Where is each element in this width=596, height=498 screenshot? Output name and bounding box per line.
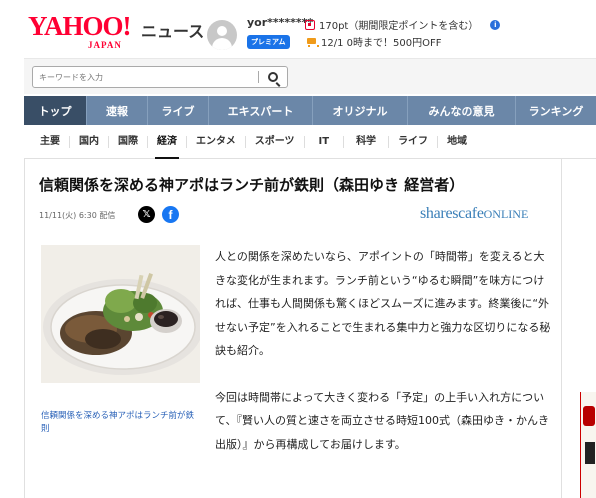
x-share-icon[interactable]: 𝕏 bbox=[138, 206, 155, 223]
cart-promo-row[interactable]: 12/1 0時まで！500円OFF bbox=[305, 34, 441, 49]
search-input[interactable] bbox=[33, 72, 259, 82]
article-title: 信頼関係を深める神アポはランチ前が鉄則（森田ゆき 経営者） bbox=[39, 176, 465, 194]
main-nav-item-top[interactable]: トップ bbox=[24, 96, 87, 125]
search-box bbox=[32, 66, 288, 88]
avatar-icon[interactable] bbox=[207, 20, 237, 50]
category-nav: 主要 国内 国際 経済 エンタメ スポーツ IT 科学 ライフ 地域 bbox=[24, 125, 596, 159]
main-nav-item-ranking[interactable]: ランキング bbox=[516, 96, 596, 125]
logo-sub: JAPAN bbox=[88, 40, 122, 50]
points-icon bbox=[305, 19, 315, 30]
article-photo[interactable] bbox=[41, 245, 200, 383]
category-tab-international[interactable]: 国際 bbox=[109, 135, 148, 148]
article-paragraph: 今回は時間帯によって大きく変わる「予定」の上手い入れ方について、『賢い人の質と速… bbox=[215, 390, 549, 451]
page: YAHOO! JAPAN ニュース yor******** プレミアム 170p… bbox=[0, 0, 596, 498]
yahoo-japan-logo[interactable]: YAHOO! JAPAN bbox=[28, 11, 138, 50]
section-label[interactable]: ニュース bbox=[141, 18, 204, 42]
username[interactable]: yor******** bbox=[247, 16, 313, 29]
cart-promo-text: 12/1 0時まで！500円OFF bbox=[321, 38, 442, 49]
source-suffix: ONLINE bbox=[483, 207, 529, 221]
logo-main: YAHOO! bbox=[28, 11, 132, 41]
source-logo[interactable]: sharescafeONLINE bbox=[420, 205, 528, 223]
category-tab-main[interactable]: 主要 bbox=[24, 135, 70, 148]
search-icon bbox=[268, 72, 279, 82]
facebook-share-icon[interactable]: f bbox=[162, 206, 179, 223]
cart-icon bbox=[305, 37, 319, 47]
photo-caption[interactable]: 信頼関係を深める神アポはランチ前が鉄則 bbox=[41, 410, 201, 436]
main-nav: トップ 速報 ライブ エキスパート オリジナル みんなの意見 ランキング bbox=[24, 96, 596, 125]
main-nav-item-live[interactable]: ライブ bbox=[148, 96, 209, 125]
category-tab-life[interactable]: ライフ bbox=[389, 135, 439, 148]
main-nav-item-opinions[interactable]: みんなの意見 bbox=[408, 96, 516, 125]
side-advertisement[interactable] bbox=[580, 392, 596, 498]
category-tab-local[interactable]: 地域 bbox=[438, 136, 476, 148]
food-plate-image bbox=[41, 245, 200, 383]
source-name: sharescafe bbox=[420, 205, 484, 222]
category-tab-domestic[interactable]: 国内 bbox=[70, 135, 109, 148]
article-body: 人との関係を深めたいなら、アポイントの「時間帯」を変えると大きな変化が生まれます… bbox=[215, 245, 551, 479]
main-nav-item-expert[interactable]: エキスパート bbox=[209, 96, 313, 125]
category-tab-entertainment[interactable]: エンタメ bbox=[187, 135, 246, 148]
main-nav-item-original[interactable]: オリジナル bbox=[313, 96, 408, 125]
article-paragraph: 人との関係を深めたいなら、アポイントの「時間帯」を変えると大きな変化が生まれます… bbox=[215, 250, 551, 357]
premium-badge[interactable]: プレミアム bbox=[247, 35, 290, 49]
publish-date: 11/11(火) 6:30 配信 bbox=[39, 211, 116, 220]
search-button[interactable] bbox=[259, 67, 287, 87]
category-tab-economy[interactable]: 経済 bbox=[148, 135, 187, 159]
category-tab-it[interactable]: IT bbox=[305, 135, 345, 148]
info-icon[interactable]: i bbox=[490, 19, 501, 30]
points-text: 170pt（期間限定ポイントを含む） bbox=[319, 21, 479, 32]
search-bar bbox=[24, 58, 596, 94]
category-tab-science[interactable]: 科学 bbox=[344, 135, 390, 148]
category-tab-sports[interactable]: スポーツ bbox=[246, 135, 305, 148]
points-row[interactable]: 170pt（期間限定ポイントを含む） i bbox=[305, 17, 501, 32]
main-nav-item-breaking[interactable]: 速報 bbox=[87, 96, 148, 125]
article-card: 信頼関係を深める神アポはランチ前が鉄則（森田ゆき 経営者） 11/11(火) 6… bbox=[24, 159, 562, 498]
